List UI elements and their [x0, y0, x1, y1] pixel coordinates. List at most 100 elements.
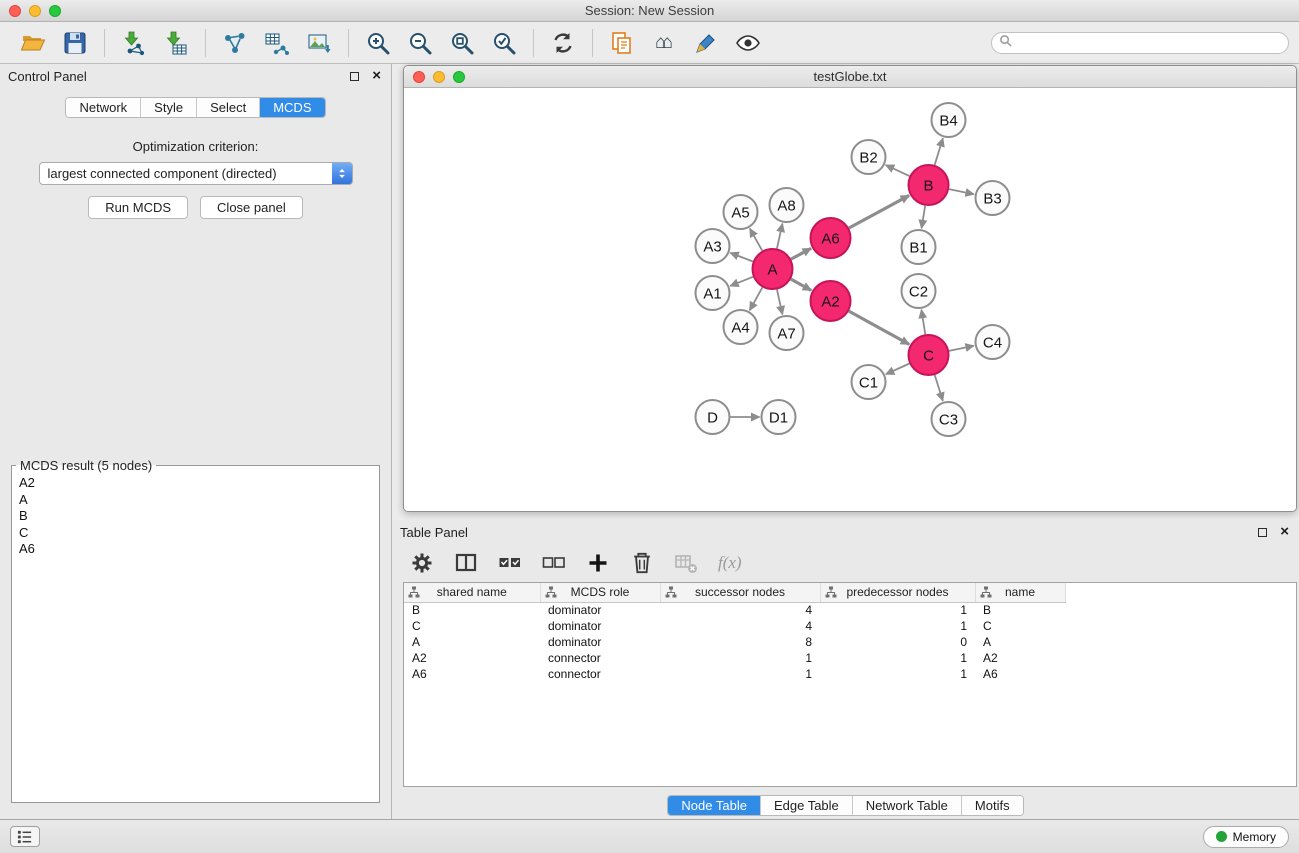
tab-network[interactable]: Network	[66, 98, 140, 117]
node-A5[interactable]: A5	[724, 195, 758, 229]
zoom-out-icon[interactable]	[405, 26, 435, 60]
export-image-icon[interactable]	[304, 26, 334, 60]
close-table-panel-icon[interactable]: ×	[1280, 527, 1289, 537]
float-table-panel-icon[interactable]	[1258, 528, 1267, 537]
tab-mcds[interactable]: MCDS	[259, 98, 324, 117]
node-C2[interactable]: C2	[902, 274, 936, 308]
node-A[interactable]: A	[753, 249, 793, 289]
node-A2[interactable]: A2	[811, 281, 851, 321]
node-A1[interactable]: A1	[696, 276, 730, 310]
run-mcds-button[interactable]: Run MCDS	[88, 196, 188, 219]
close-panel-icon[interactable]: ×	[372, 71, 381, 81]
edge-B-B2[interactable]	[886, 165, 910, 176]
memory-button[interactable]: Memory	[1203, 826, 1289, 848]
table-tab-network-table[interactable]: Network Table	[852, 796, 961, 815]
panel-divider[interactable]	[392, 512, 1299, 520]
node-D1[interactable]: D1	[762, 400, 796, 434]
edge-A2-C[interactable]	[849, 311, 909, 344]
tab-style[interactable]: Style	[140, 98, 196, 117]
node-A7[interactable]: A7	[770, 316, 804, 350]
trash-icon[interactable]	[630, 550, 654, 576]
tab-select[interactable]: Select	[196, 98, 259, 117]
node-C3[interactable]: C3	[932, 402, 966, 436]
node-A8[interactable]: A8	[770, 188, 804, 222]
column-header-successor-nodes[interactable]: successor nodes	[660, 583, 820, 602]
table-tab-edge-table[interactable]: Edge Table	[760, 796, 852, 815]
table-row[interactable]: Bdominator41B	[404, 602, 1081, 618]
gear-icon[interactable]	[410, 550, 434, 576]
zoom-fit-icon[interactable]	[447, 26, 477, 60]
new-network-icon[interactable]	[220, 26, 250, 60]
show-panels-button[interactable]	[10, 826, 40, 847]
edge-A-A1[interactable]	[730, 277, 753, 286]
column-header-shared-name[interactable]: shared name	[404, 583, 540, 602]
edge-C-C1[interactable]	[886, 364, 910, 375]
column-header-predecessor-nodes[interactable]: predecessor nodes	[820, 583, 975, 602]
new-network-table-icon[interactable]	[262, 26, 292, 60]
zoom-in-icon[interactable]	[363, 26, 393, 60]
edge-B-B1[interactable]	[922, 206, 926, 229]
node-C4[interactable]: C4	[976, 325, 1010, 359]
eye-icon[interactable]	[733, 26, 763, 60]
edge-A-A5[interactable]	[750, 229, 762, 251]
edge-A-A6[interactable]	[791, 248, 811, 259]
table-row[interactable]: Adominator80A	[404, 634, 1081, 650]
function-builder-icon[interactable]: f(x)	[718, 553, 742, 573]
mcds-result-item[interactable]: C	[19, 525, 379, 542]
table-tab-node-table[interactable]: Node Table	[668, 796, 760, 815]
node-C[interactable]: C	[909, 335, 949, 375]
node-B4[interactable]: B4	[932, 103, 966, 137]
zoom-selected-icon[interactable]	[489, 26, 519, 60]
style-brush-icon[interactable]	[691, 26, 721, 60]
node-B[interactable]: B	[909, 165, 949, 205]
column-header-name[interactable]: name	[975, 583, 1065, 602]
close-panel-button[interactable]: Close panel	[200, 196, 303, 219]
network-window-titlebar[interactable]: testGlobe.txt	[404, 66, 1296, 88]
node-B1[interactable]: B1	[902, 230, 936, 264]
refresh-icon[interactable]	[548, 26, 578, 60]
select-all-icon[interactable]	[498, 550, 522, 576]
mcds-result-item[interactable]: A	[19, 492, 379, 509]
save-session-icon[interactable]	[60, 26, 90, 60]
node-table[interactable]: shared nameMCDS rolesuccessor nodesprede…	[403, 582, 1297, 787]
network-canvas[interactable]: B4 B2 B B3 A8 A5 A6 B1 A3 A C2 A1 A2 A4 A7 C4 C C1 C3 D D1	[404, 88, 1296, 511]
home-icon[interactable]: ⌂⌂	[649, 26, 679, 60]
table-row[interactable]: Cdominator41C	[404, 618, 1081, 634]
edge-C-C3[interactable]	[935, 375, 943, 401]
edge-C-C4[interactable]	[949, 346, 974, 351]
add-column-icon[interactable]	[586, 550, 610, 576]
node-C1[interactable]: C1	[852, 365, 886, 399]
edge-C-C2[interactable]	[921, 310, 925, 334]
edge-B-B4[interactable]	[935, 138, 943, 165]
node-A3[interactable]: A3	[696, 229, 730, 263]
clone-network-icon[interactable]	[607, 26, 637, 60]
mcds-result-item[interactable]: A6	[19, 541, 379, 558]
float-panel-icon[interactable]	[350, 72, 359, 81]
mcds-result-item[interactable]: A2	[19, 475, 379, 492]
edge-A-A8[interactable]	[777, 224, 782, 249]
search-input[interactable]	[1016, 36, 1288, 50]
edge-A-A4[interactable]	[750, 287, 763, 310]
node-D[interactable]: D	[696, 400, 730, 434]
table-tab-motifs[interactable]: Motifs	[961, 796, 1023, 815]
table-row[interactable]: A2connector11A2	[404, 650, 1081, 666]
import-network-icon[interactable]	[119, 26, 149, 60]
deselect-all-icon[interactable]	[542, 550, 566, 576]
edge-A-A2[interactable]	[791, 279, 811, 290]
node-A6[interactable]: A6	[811, 218, 851, 258]
edge-A6-B[interactable]	[849, 195, 909, 228]
show-columns-icon[interactable]	[454, 550, 478, 576]
import-table-icon[interactable]	[161, 26, 191, 60]
edge-A-A7[interactable]	[777, 290, 782, 315]
optimization-criterion-dropdown[interactable]: largest connected component (directed)	[39, 162, 353, 185]
table-row[interactable]: A6connector11A6	[404, 666, 1081, 682]
node-B2[interactable]: B2	[852, 140, 886, 174]
edge-A-A3[interactable]	[730, 253, 753, 262]
edge-B-B3[interactable]	[949, 189, 974, 194]
mcds-result-item[interactable]: B	[19, 508, 379, 525]
node-B3[interactable]: B3	[976, 181, 1010, 215]
node-A4[interactable]: A4	[724, 310, 758, 344]
open-file-icon[interactable]	[18, 26, 48, 60]
search-box[interactable]	[991, 32, 1289, 54]
column-header-MCDS-role[interactable]: MCDS role	[540, 583, 660, 602]
